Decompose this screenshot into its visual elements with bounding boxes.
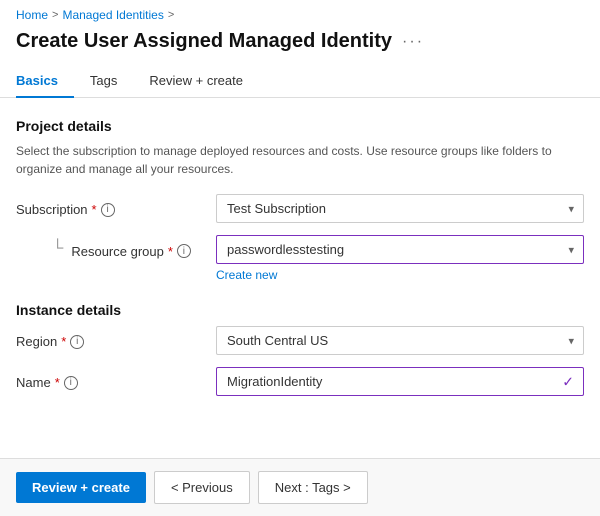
- name-input-wrapper: ✓: [216, 367, 584, 396]
- tab-tags[interactable]: Tags: [90, 65, 133, 98]
- breadcrumb-sep2: >: [168, 9, 174, 21]
- subscription-row: Subscription * i Test Subscription ▾: [16, 194, 584, 223]
- more-options-icon[interactable]: ···: [402, 33, 424, 51]
- name-input[interactable]: [216, 367, 584, 396]
- next-button[interactable]: Next : Tags >: [258, 471, 368, 504]
- region-row: Region * i South Central US ▾: [16, 326, 584, 355]
- review-create-button[interactable]: Review + create: [16, 472, 146, 503]
- project-details-desc: Select the subscription to manage deploy…: [16, 142, 576, 178]
- connector-line-icon: └: [52, 241, 63, 257]
- breadcrumb: Home > Managed Identities >: [0, 0, 600, 26]
- subscription-label: Subscription: [16, 202, 88, 217]
- breadcrumb-managed-identities[interactable]: Managed Identities: [62, 8, 163, 22]
- resource-group-info-icon[interactable]: i: [177, 244, 191, 258]
- resource-group-label: Resource group: [71, 244, 164, 259]
- page-title: Create User Assigned Managed Identity: [16, 30, 392, 53]
- subscription-select-wrapper: Test Subscription ▾: [216, 194, 584, 223]
- name-required: *: [55, 375, 60, 390]
- region-select[interactable]: South Central US: [216, 326, 584, 355]
- subscription-select[interactable]: Test Subscription: [216, 194, 584, 223]
- instance-details-section: Instance details Region * i South Centra…: [16, 302, 584, 396]
- resource-group-label-col: └ Resource group * i: [16, 235, 216, 259]
- region-info-icon[interactable]: i: [70, 335, 84, 349]
- name-control: ✓: [216, 367, 584, 396]
- resource-group-select-wrapper: passwordlesstesting ▾: [216, 235, 584, 264]
- create-new-link[interactable]: Create new: [216, 268, 584, 282]
- region-required: *: [61, 334, 66, 349]
- breadcrumb-home[interactable]: Home: [16, 8, 48, 22]
- region-label-col: Region * i: [16, 326, 216, 349]
- page-header: Create User Assigned Managed Identity ··…: [0, 26, 600, 65]
- name-check-icon: ✓: [562, 373, 574, 390]
- resource-group-control: passwordlesstesting ▾ Create new: [216, 235, 584, 282]
- form-content: Project details Select the subscription …: [0, 98, 600, 428]
- tab-bar: Basics Tags Review + create: [0, 65, 600, 98]
- name-row: Name * i ✓: [16, 367, 584, 396]
- resource-group-required: *: [168, 244, 173, 259]
- region-select-wrapper: South Central US ▾: [216, 326, 584, 355]
- resource-group-select[interactable]: passwordlesstesting: [216, 235, 584, 264]
- name-label-col: Name * i: [16, 367, 216, 390]
- name-info-icon[interactable]: i: [64, 376, 78, 390]
- region-control: South Central US ▾: [216, 326, 584, 355]
- resource-group-row: └ Resource group * i passwordlesstesting…: [16, 235, 584, 282]
- subscription-info-icon[interactable]: i: [101, 203, 115, 217]
- subscription-control: Test Subscription ▾: [216, 194, 584, 223]
- footer: Review + create < Previous Next : Tags >: [0, 458, 600, 516]
- tab-review-create[interactable]: Review + create: [149, 65, 259, 98]
- tab-basics[interactable]: Basics: [16, 65, 74, 98]
- project-details-title: Project details: [16, 118, 584, 134]
- subscription-required: *: [92, 202, 97, 217]
- subscription-label-col: Subscription * i: [16, 194, 216, 217]
- name-label: Name: [16, 375, 51, 390]
- region-label: Region: [16, 334, 57, 349]
- instance-details-title: Instance details: [16, 302, 584, 318]
- previous-button[interactable]: < Previous: [154, 471, 250, 504]
- breadcrumb-sep1: >: [52, 9, 58, 21]
